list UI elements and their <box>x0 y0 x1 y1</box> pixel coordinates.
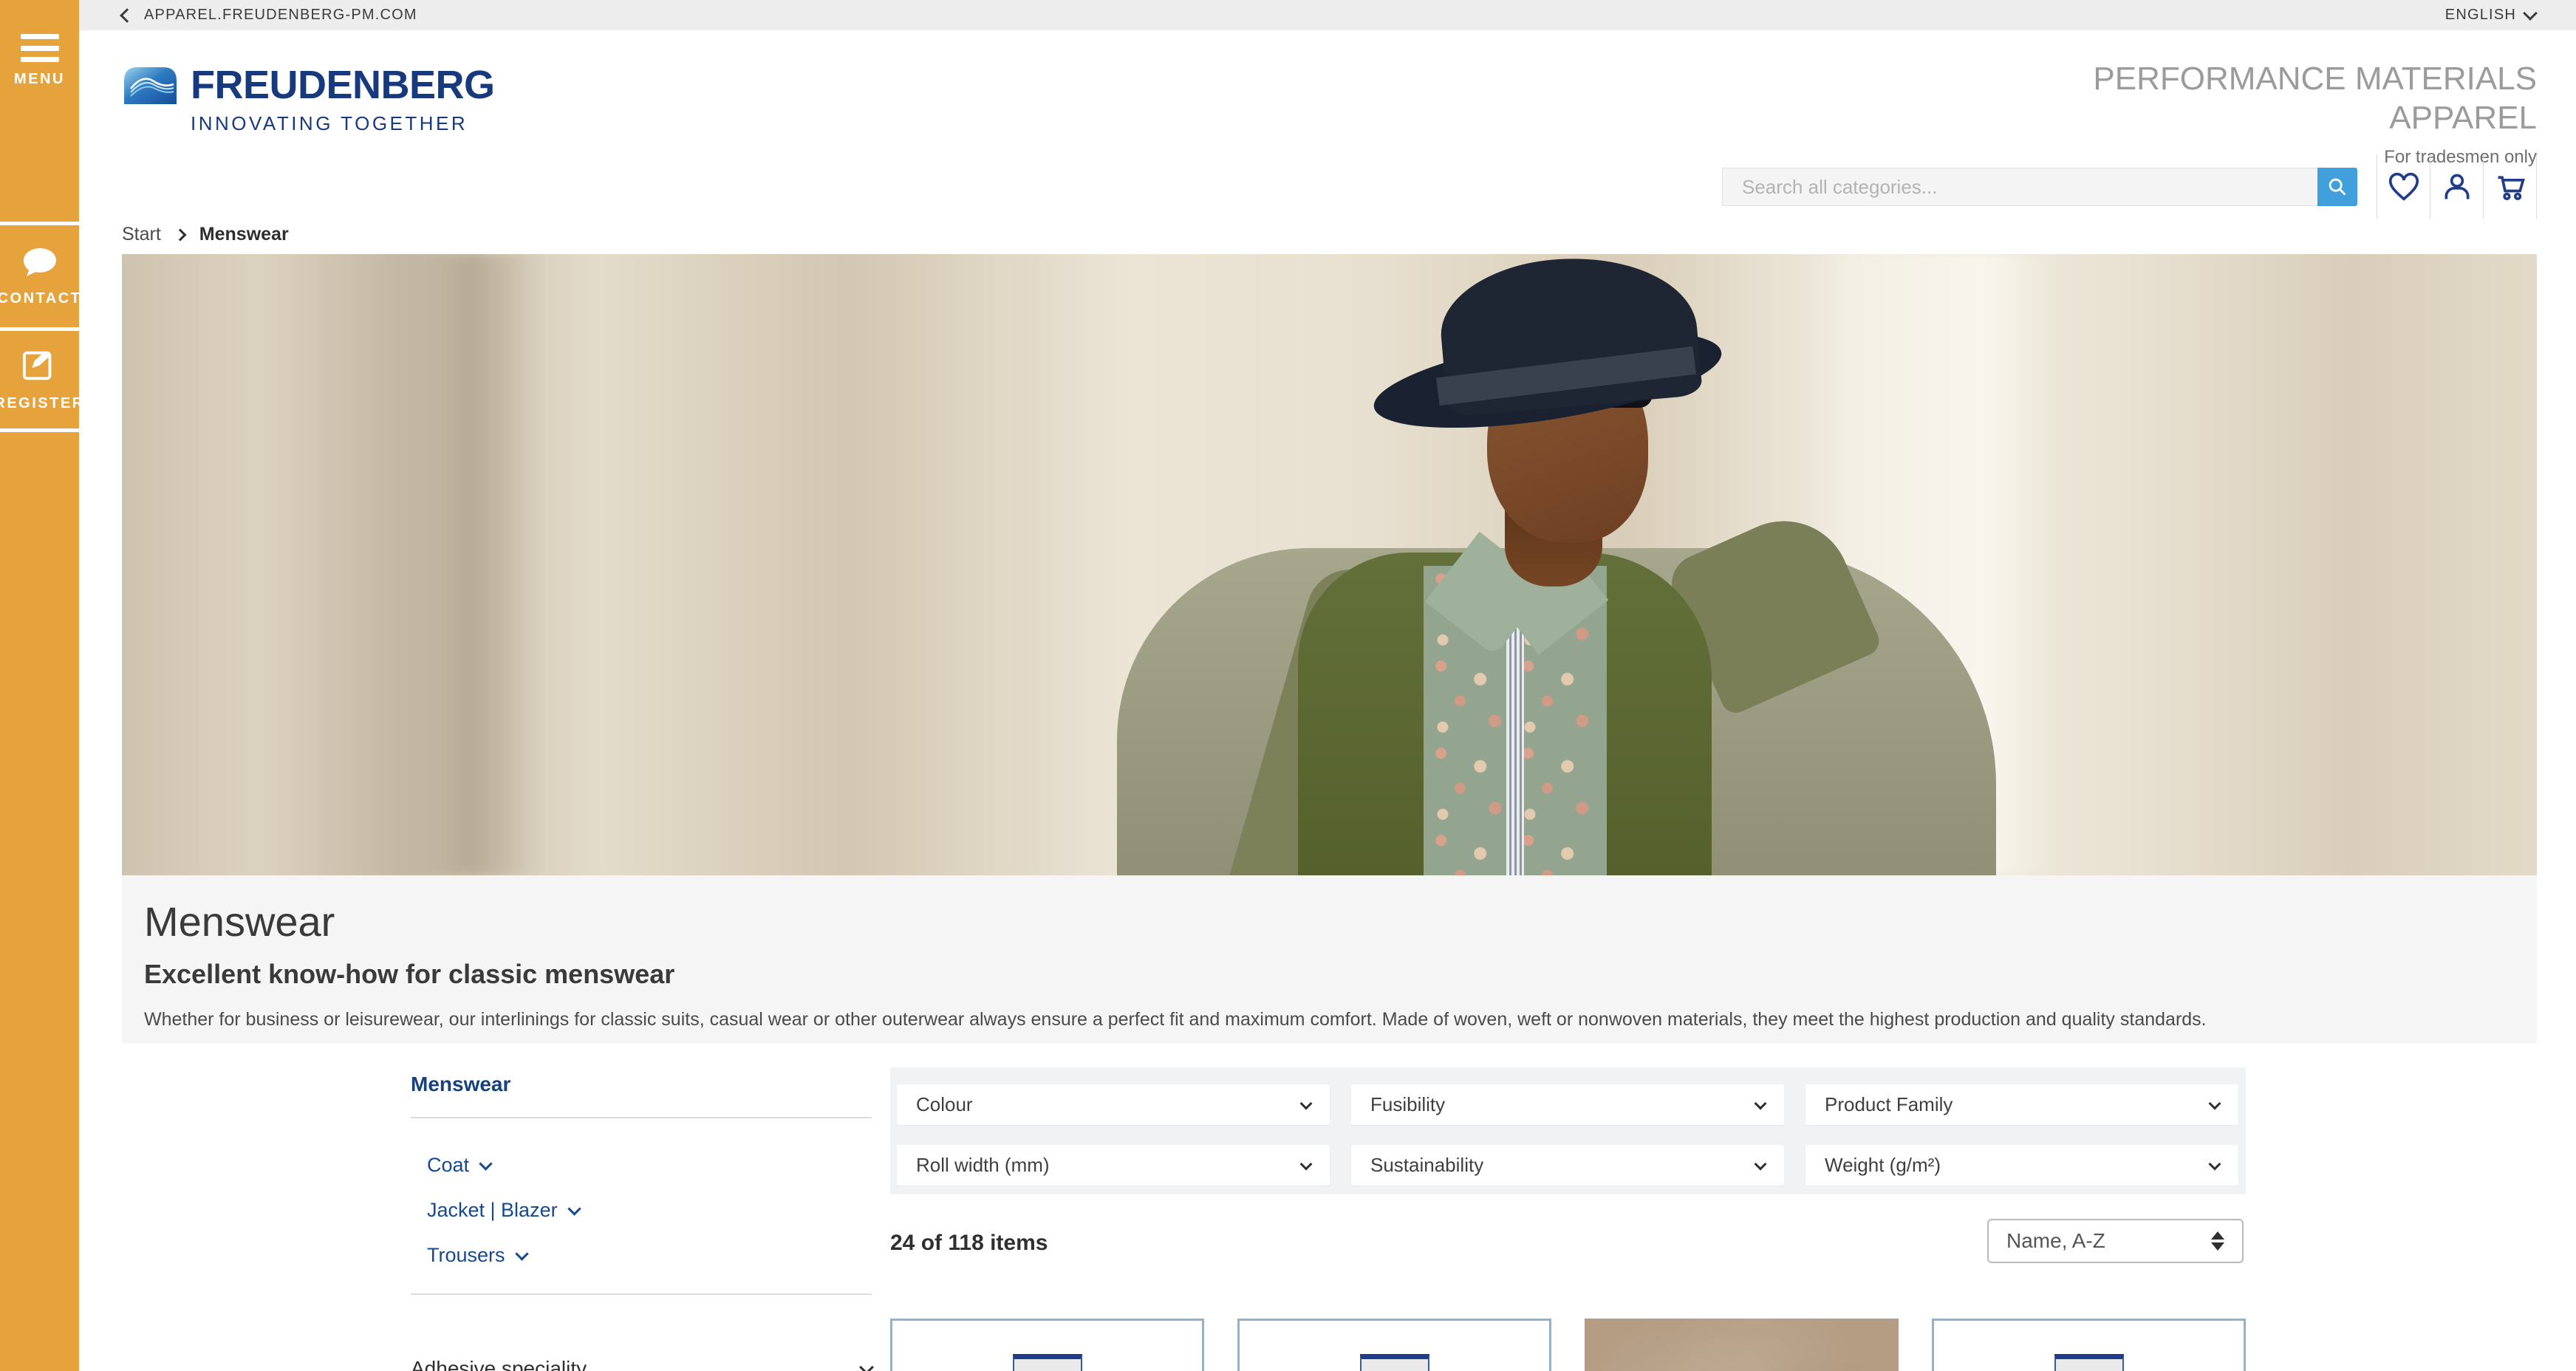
chevron-down-icon <box>1755 1097 1767 1110</box>
sidebar-category-title[interactable]: Menswear <box>411 1073 872 1118</box>
cart-button[interactable] <box>2483 154 2537 219</box>
logo-mark-icon <box>122 65 179 104</box>
results-count: 24 of 118 items <box>890 1231 1048 1256</box>
search-button[interactable] <box>2317 168 2357 206</box>
register-label: REGISTER <box>0 395 85 412</box>
product-card[interactable] <box>1932 1319 2246 1371</box>
filter-label: Roll width (mm) <box>916 1154 1050 1177</box>
category-intro: Menswear Excellent know-how for classic … <box>122 875 2537 1043</box>
division-title: PERFORMANCE MATERIALS APPAREL <box>2093 60 2537 138</box>
chevron-down-icon <box>515 1247 528 1260</box>
sidebar-item-trousers[interactable]: Trousers <box>427 1244 872 1267</box>
breadcrumb-home-link[interactable]: Start <box>122 224 161 245</box>
chevron-down-icon <box>567 1202 581 1215</box>
sidebar-divider <box>411 1293 872 1295</box>
product-swatch-image <box>1360 1354 1429 1371</box>
breadcrumb: Start Menswear <box>122 224 289 245</box>
hero-image <box>122 254 2537 875</box>
chevron-down-icon <box>1755 1158 1767 1170</box>
sidebar-item-label: Jacket | Blazer <box>427 1199 558 1222</box>
hero-shirt-placket <box>1506 610 1524 875</box>
logo-text-block: FREUDENBERG INNOVATING TOGETHER <box>191 65 495 135</box>
language-selector[interactable]: ENGLISH <box>2445 7 2535 24</box>
filter-colour[interactable]: Colour <box>897 1084 1330 1125</box>
rail-filler <box>0 428 79 1371</box>
pencil-square-icon <box>21 347 58 388</box>
page-description: Whether for business or leisurewear, our… <box>144 1008 2515 1032</box>
breadcrumb-current: Menswear <box>199 224 289 245</box>
hamburger-icon <box>21 34 59 62</box>
back-to-site-link[interactable]: APPAREL.FREUDENBERG-PM.COM <box>122 7 417 24</box>
freudenberg-logo[interactable]: FREUDENBERG INNOVATING TOGETHER <box>122 65 495 135</box>
sidebar-item-jacket-blazer[interactable]: Jacket | Blazer <box>427 1199 872 1222</box>
chevron-down-icon <box>479 1157 492 1170</box>
search-input[interactable] <box>1722 168 2317 206</box>
back-chevron-icon <box>120 8 134 23</box>
product-grid <box>890 1319 2246 1371</box>
division-line1: PERFORMANCE MATERIALS <box>2093 60 2537 99</box>
sort-arrows-icon <box>2211 1231 2224 1251</box>
shopping-cart-icon <box>2493 171 2527 203</box>
filter-label: Product Family <box>1825 1093 1953 1116</box>
filter-product-family[interactable]: Product Family <box>1805 1084 2238 1125</box>
favorites-button[interactable] <box>2377 154 2430 219</box>
chevron-down-icon <box>1300 1097 1313 1110</box>
product-card[interactable] <box>1237 1319 1551 1371</box>
sidebar-item-label: Trousers <box>427 1244 505 1267</box>
page-root: MENU CONTACT REGISTER APPAREL.FREUDENBER… <box>0 0 2576 1371</box>
division-line2: APPAREL <box>2093 99 2537 138</box>
site-label: APPAREL.FREUDENBERG-PM.COM <box>144 7 417 24</box>
header: FREUDENBERG INNOVATING TOGETHER PERFORMA… <box>79 30 2576 254</box>
filter-roll-width[interactable]: Roll width (mm) <box>897 1145 1330 1186</box>
magnifier-icon <box>2327 177 2348 197</box>
product-swatch-image <box>2054 1354 2124 1371</box>
sort-value: Name, A-Z <box>2006 1229 2105 1253</box>
chevron-down-icon <box>1300 1158 1313 1170</box>
menu-button[interactable]: MENU <box>0 0 79 222</box>
filter-label: Sustainability <box>1370 1154 1483 1177</box>
sidebar-item-label: Coat <box>427 1154 469 1177</box>
language-chevron-icon <box>2523 6 2538 21</box>
filter-sustainability[interactable]: Sustainability <box>1351 1145 1784 1186</box>
sidebar-item-coat[interactable]: Coat <box>427 1154 872 1177</box>
contact-button[interactable]: CONTACT <box>0 222 79 327</box>
menu-label: MENU <box>14 71 65 88</box>
page-subtitle: Excellent know-how for classic menswear <box>144 959 2515 990</box>
page-title: Menswear <box>144 898 2515 946</box>
chevron-down-icon <box>859 1360 874 1371</box>
sidebar-item-adhesive-speciality[interactable]: Adhesive speciality <box>411 1357 872 1371</box>
hero-wall-stripe <box>414 254 539 875</box>
filter-label: Fusibility <box>1370 1093 1445 1116</box>
sidebar-category-list: Coat Jacket | Blazer Trousers <box>411 1118 872 1293</box>
top-bar: APPAREL.FREUDENBERG-PM.COM ENGLISH <box>79 0 2576 30</box>
account-button[interactable] <box>2430 154 2483 219</box>
sort-dropdown[interactable]: Name, A-Z <box>1987 1219 2244 1263</box>
sidebar-item-label: Adhesive speciality <box>411 1357 587 1371</box>
logo-wordmark: FREUDENBERG <box>191 65 495 105</box>
user-icon <box>2441 171 2473 203</box>
contact-label: CONTACT <box>0 290 81 307</box>
chevron-down-icon <box>2209 1158 2221 1170</box>
product-card[interactable] <box>1585 1319 1899 1371</box>
breadcrumb-separator-icon <box>174 228 186 241</box>
speech-bubble-icon <box>21 245 59 283</box>
filter-label: Colour <box>916 1093 973 1116</box>
chevron-down-icon <box>2209 1097 2221 1110</box>
product-card[interactable] <box>890 1319 1204 1371</box>
search-area <box>1722 154 2537 219</box>
filter-panel: Colour Fusibility Product Family Roll wi… <box>890 1067 2246 1194</box>
utility-rail: MENU CONTACT REGISTER <box>0 0 79 1371</box>
language-label: ENGLISH <box>2445 7 2516 24</box>
filter-weight[interactable]: Weight (g/m²) <box>1805 1145 2238 1186</box>
register-button[interactable]: REGISTER <box>0 327 79 428</box>
product-swatch-image <box>1013 1354 1082 1371</box>
category-sidebar: Menswear Coat Jacket | Blazer Trousers A… <box>411 1073 872 1371</box>
heart-icon <box>2388 172 2420 202</box>
filter-fusibility[interactable]: Fusibility <box>1351 1084 1784 1125</box>
header-icon-group <box>2377 154 2537 219</box>
logo-tagline: INNOVATING TOGETHER <box>191 112 495 135</box>
filter-label: Weight (g/m²) <box>1825 1154 1941 1177</box>
